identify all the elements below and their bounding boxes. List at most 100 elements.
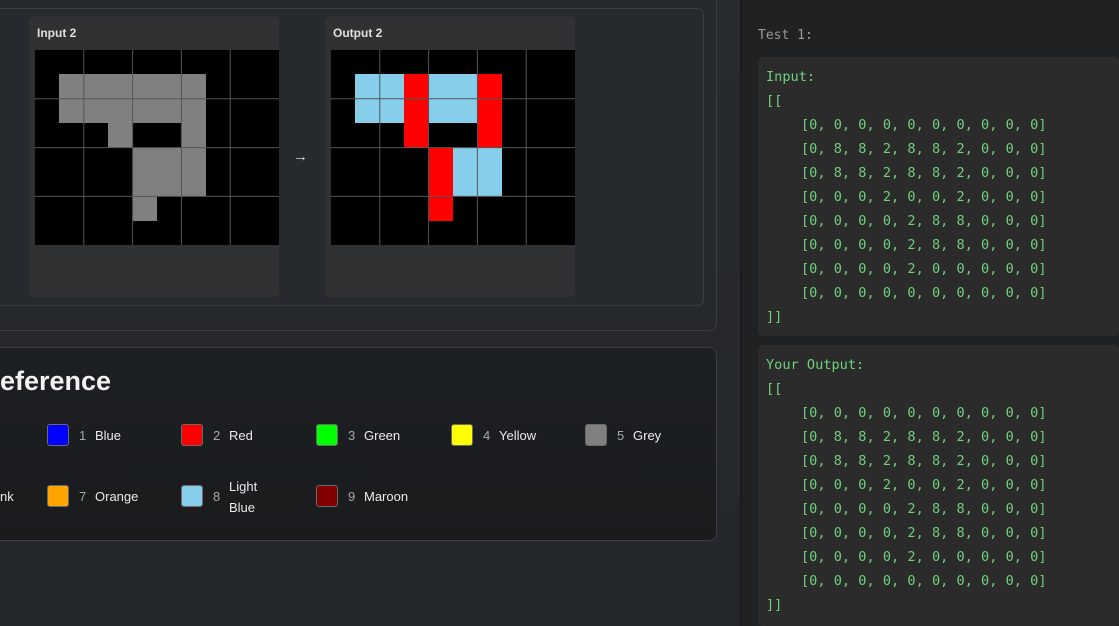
grid-cell [83,171,109,197]
grid-cell [526,98,551,124]
grid-cell [59,123,84,148]
grid-cell [428,50,453,75]
input-header: Input: [766,69,816,85]
grid-cell [132,50,157,75]
grid-cell [355,98,380,124]
grid-cell [83,50,109,75]
grid-cell [83,98,109,124]
color-number: 3 [348,428,356,443]
input-close-bracket: ]] [766,309,783,325]
grid-cell [205,220,231,245]
grid-cell [452,123,478,148]
grid-cell [550,98,575,124]
grid-cell [156,147,182,172]
grid-cell [404,196,429,221]
grid-cell [59,98,84,124]
grid-cell [355,171,380,197]
grid-cell [331,196,356,221]
grid-cell [181,171,206,197]
color-reference-title: eference [0,366,112,396]
grid-cell [331,50,356,75]
grid-cell [59,74,84,99]
your-output-block[interactable]: Your Output: [[ [0, 0, 0, 0, 0, 0, 0, 0,… [758,345,1119,626]
grid-cell [355,196,380,221]
grid-cell [156,171,182,197]
grid-cell [428,171,453,197]
grid-cell [501,147,527,172]
color-number: 8 [213,489,221,504]
grid-cell [404,50,429,75]
grid-cell [404,74,429,99]
grid-cell [230,50,255,75]
color-number: 4 [483,428,491,443]
maroon-swatch [316,485,338,507]
grid-cell [428,98,453,124]
test-input-block: Input: [[ [0, 0, 0, 0, 0, 0, 0, 0, 0, 0]… [758,57,1119,336]
grid-cell [404,220,429,245]
grid-cell [355,50,380,75]
grid-cell [526,74,551,99]
output-example-panel: Output 2 [325,16,575,297]
grid-cell [205,98,231,124]
grid-cell [132,196,157,221]
input-row: [0, 0, 0, 2, 0, 0, 2, 0, 0, 0] [801,189,1047,205]
grid-cell [205,147,231,172]
output-header: Your Output: [766,357,865,373]
input-row: [0, 0, 0, 0, 2, 8, 8, 0, 0, 0] [801,213,1047,229]
grid-cell [59,220,84,245]
grid-cell [331,147,356,172]
grid-cell [230,98,255,124]
output-close-bracket: ]] [766,597,783,613]
input-row: [0, 0, 0, 0, 0, 0, 0, 0, 0, 0] [801,117,1047,133]
grid-cell [550,123,575,148]
grid-cell [108,50,133,75]
grid-cell [108,74,133,99]
grid-cell [230,147,255,172]
grid-cell [35,220,60,245]
grid-cell [477,196,502,221]
grid-cell [404,171,429,197]
grid-cell [331,171,356,197]
green-swatch [316,424,338,446]
grid-cell [501,50,527,75]
grid-cell [355,123,380,148]
color-name: Orange [95,489,139,504]
input-row: [0, 8, 8, 2, 8, 8, 2, 0, 0, 0] [801,141,1047,157]
grid-cell [477,123,502,148]
grid-cell [452,220,478,245]
input-panel-title: Input 2 [37,26,77,40]
grid-cell [132,74,157,99]
input-example-panel: Input 2 [29,16,279,297]
grid-cell [254,74,279,99]
grid-cell [477,50,502,75]
grid-cell [108,98,133,124]
grid-cell [550,147,575,172]
grid-cell [404,147,429,172]
grid-cell [379,98,405,124]
grid-cell [181,220,206,245]
grid-cell [550,50,575,75]
color-name: Grey [633,428,662,443]
yellow-swatch [451,424,473,446]
grid-cell [156,123,182,148]
grid-cell [404,123,429,148]
grid-cell [156,98,182,124]
output-row: [0, 8, 8, 2, 8, 8, 2, 0, 0, 0] [801,429,1047,445]
grid-cell [355,74,380,99]
grid-cell [181,74,206,99]
grid-cell [477,74,502,99]
grid-cell [35,74,60,99]
output-row: [0, 0, 0, 0, 0, 0, 0, 0, 0, 0] [801,573,1047,589]
grid-cell [108,196,133,221]
blue-swatch [47,424,69,446]
grid-cell [331,220,356,245]
output-row: [0, 0, 0, 0, 2, 0, 0, 0, 0, 0] [801,549,1047,565]
grid-cell [83,147,109,172]
grid-cell [355,147,380,172]
color-number: 9 [348,489,356,504]
grid-cell [230,123,255,148]
grid-cell [83,220,109,245]
grid-cell [477,171,502,197]
grid-cell [230,171,255,197]
grid-cell [35,123,60,148]
